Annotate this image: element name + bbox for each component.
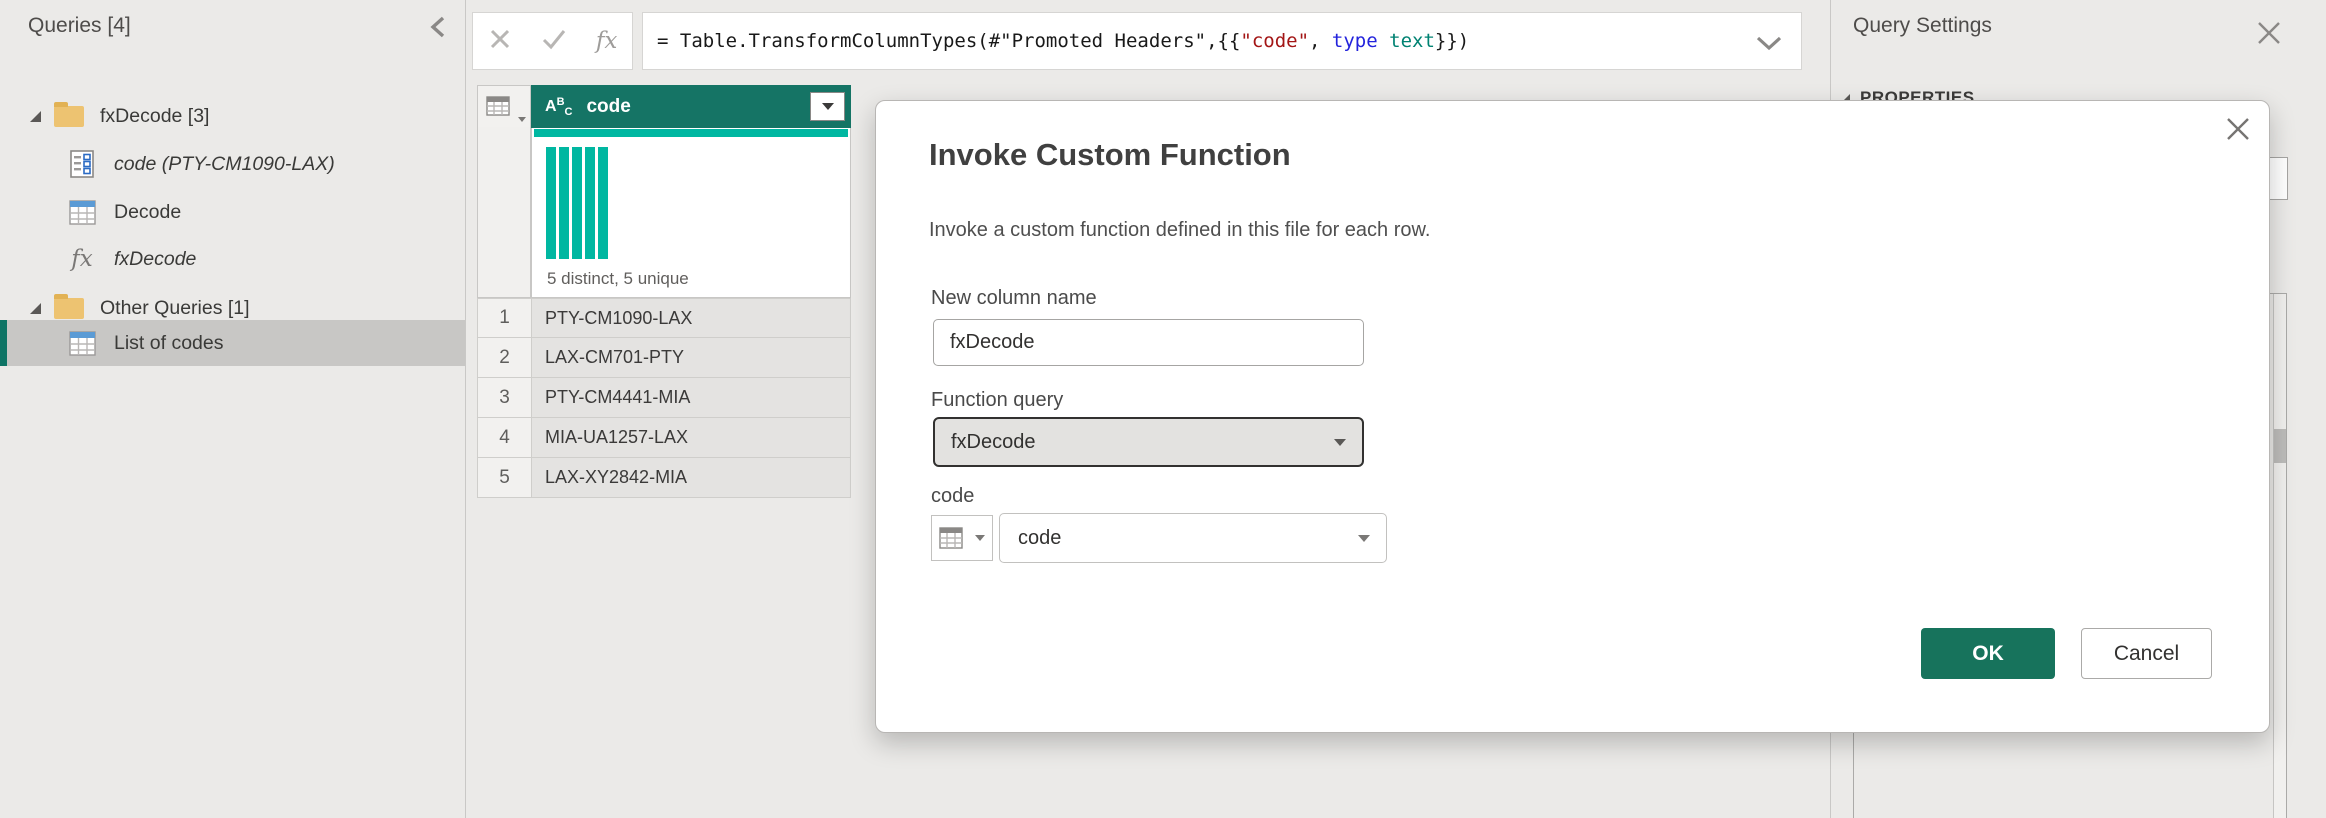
distinct-bars xyxy=(546,147,608,259)
query-item-label: code (PTY-CM1090-LAX) xyxy=(114,153,335,176)
queries-pane: Queries [4] fxDecode [3] code ( xyxy=(0,0,466,818)
column-quality-strip xyxy=(531,128,851,138)
function-icon: fx xyxy=(68,246,96,272)
add-step-fx-icon[interactable]: fx xyxy=(596,28,617,54)
distinct-bar xyxy=(546,147,556,259)
query-settings-title: Query Settings xyxy=(1853,14,1992,38)
group-label: Other Queries [1] xyxy=(100,297,250,320)
invoke-custom-function-dialog: Invoke Custom Function Invoke a custom f… xyxy=(875,100,2270,733)
new-column-name-input[interactable] xyxy=(933,319,1364,366)
row-number[interactable]: 1 xyxy=(477,298,531,338)
chevron-down-icon xyxy=(1358,535,1370,542)
function-query-label: Function query xyxy=(931,389,1063,412)
commit-formula-icon[interactable] xyxy=(541,28,567,55)
distinct-bar xyxy=(585,147,595,259)
new-column-name-label: New column name xyxy=(931,287,1097,310)
query-item-label: fxDecode xyxy=(114,248,196,271)
chevron-down-icon xyxy=(1334,439,1346,446)
column-quality-bar xyxy=(534,129,848,137)
data-rows: 1 PTY-CM1090-LAX 2 LAX-CM701-PTY 3 PTY-C… xyxy=(477,298,851,498)
queries-pane-title: Queries [4] xyxy=(28,14,131,38)
table-menu-caret-icon xyxy=(518,117,526,122)
group-label: fxDecode [3] xyxy=(100,105,209,128)
cancel-formula-icon[interactable] xyxy=(488,27,512,56)
distinct-bar xyxy=(559,147,569,259)
function-query-dropdown[interactable]: fxDecode xyxy=(933,417,1364,467)
folder-icon xyxy=(54,298,84,319)
profile-summary: 5 distinct, 5 unique xyxy=(547,269,689,289)
column-name: code xyxy=(586,96,810,118)
query-item-label: List of codes xyxy=(114,332,223,355)
query-item-decode[interactable]: Decode xyxy=(0,190,465,234)
formula-bar-buttons: fx xyxy=(472,12,633,70)
column-header-code[interactable]: ABC code xyxy=(531,85,851,128)
query-item-code-parameter[interactable]: code (PTY-CM1090-LAX) xyxy=(0,142,465,186)
query-item-fxdecode[interactable]: fx fxDecode xyxy=(0,237,465,281)
query-group-fxdecode[interactable]: fxDecode [3] xyxy=(0,94,465,138)
power-query-editor-window: Queries [4] fxDecode [3] code ( xyxy=(0,0,2326,818)
row-number[interactable]: 4 xyxy=(477,418,531,458)
query-item-list-of-codes-selected[interactable]: List of codes xyxy=(0,320,465,366)
distinct-bar xyxy=(598,147,608,259)
expanded-triangle-icon xyxy=(30,111,41,122)
table-icon xyxy=(68,331,96,356)
column-filter-button[interactable] xyxy=(810,92,845,121)
chevron-down-icon xyxy=(975,535,985,541)
folder-icon xyxy=(54,106,84,127)
parameter-source-type-button[interactable] xyxy=(931,515,993,561)
applied-steps-scrollbar[interactable] xyxy=(2273,294,2286,818)
parameter-column-value: code xyxy=(1018,527,1358,550)
row-number[interactable]: 3 xyxy=(477,378,531,418)
table-icon xyxy=(68,200,96,225)
table-row: 1 PTY-CM1090-LAX xyxy=(477,298,851,338)
ok-button[interactable]: OK xyxy=(1921,628,2055,679)
dialog-description: Invoke a custom function defined in this… xyxy=(929,219,1430,242)
table-cell[interactable]: MIA-UA1257-LAX xyxy=(531,418,851,458)
formula-bar-input[interactable]: = Table.TransformColumnTypes(#"Promoted … xyxy=(642,12,1802,70)
table-row: 5 LAX-XY2842-MIA xyxy=(477,458,851,498)
row-number[interactable]: 5 xyxy=(477,458,531,498)
parameter-code-label: code xyxy=(931,485,974,508)
parameter-column-dropdown[interactable]: code xyxy=(999,513,1387,563)
text-type-icon: ABC xyxy=(545,96,572,118)
table-cell[interactable]: LAX-CM701-PTY xyxy=(531,338,851,378)
table-row: 3 PTY-CM4441-MIA xyxy=(477,378,851,418)
select-all-columns-button[interactable] xyxy=(477,85,531,128)
parameter-icon xyxy=(68,150,96,178)
filter-caret-icon xyxy=(822,103,834,110)
column-profile: 5 distinct, 5 unique xyxy=(531,138,851,298)
query-item-label: Decode xyxy=(114,201,181,224)
function-query-value: fxDecode xyxy=(951,431,1334,454)
table-cell[interactable]: LAX-XY2842-MIA xyxy=(531,458,851,498)
table-cell[interactable]: PTY-CM1090-LAX xyxy=(531,298,851,338)
row-number[interactable]: 2 xyxy=(477,338,531,378)
dialog-title: Invoke Custom Function xyxy=(929,137,1291,173)
expand-formula-bar-icon[interactable] xyxy=(1755,35,1783,56)
table-icon xyxy=(939,527,963,549)
table-cell[interactable]: PTY-CM4441-MIA xyxy=(531,378,851,418)
row-number-gutter xyxy=(477,127,531,298)
cancel-button[interactable]: Cancel xyxy=(2081,628,2212,679)
selection-accent-bar xyxy=(0,320,7,366)
table-row: 2 LAX-CM701-PTY xyxy=(477,338,851,378)
expanded-triangle-icon xyxy=(30,303,41,314)
distinct-bar xyxy=(572,147,582,259)
close-dialog-icon[interactable] xyxy=(2224,115,2254,145)
close-pane-icon[interactable] xyxy=(2254,18,2284,48)
formula-text: = Table.TransformColumnTypes(#"Promoted … xyxy=(643,30,1469,52)
table-row: 4 MIA-UA1257-LAX xyxy=(477,418,851,458)
scrollbar-thumb[interactable] xyxy=(2274,429,2286,463)
collapse-pane-icon[interactable] xyxy=(424,12,454,42)
